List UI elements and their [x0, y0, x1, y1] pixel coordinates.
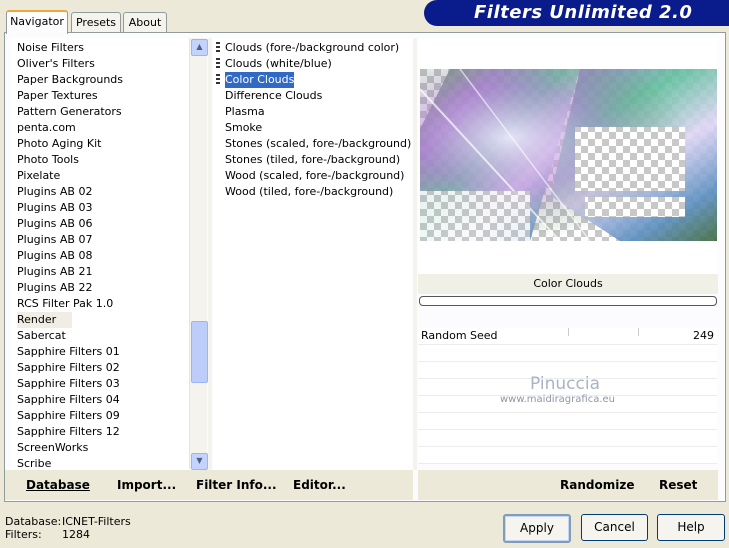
watermark-url: www.maidiragrafica.eu	[500, 394, 615, 405]
slider-tick	[638, 328, 639, 336]
param-row	[418, 447, 717, 464]
cancel-button[interactable]: Cancel	[581, 514, 648, 541]
preset-marker-icon	[216, 58, 220, 70]
apply-button[interactable]: Apply	[503, 514, 571, 543]
param-row	[418, 345, 717, 362]
category-item[interactable]: Photo Tools	[17, 152, 79, 168]
category-item[interactable]: Render	[17, 312, 73, 328]
category-item[interactable]: Plugins AB 22	[17, 280, 92, 296]
category-item[interactable]: Paper Backgrounds	[17, 72, 123, 88]
category-item[interactable]: Sabercat	[17, 328, 66, 344]
param-value: 249	[693, 329, 714, 342]
filter-item[interactable]: Clouds (fore-/background color)	[225, 40, 399, 56]
category-item[interactable]: RCS Filter Pak 1.0	[17, 296, 113, 312]
tab-about[interactable]: About	[123, 12, 167, 32]
category-item[interactable]: Photo Aging Kit	[17, 136, 101, 152]
filter-item[interactable]: Wood (tiled, fore-/background)	[225, 184, 393, 200]
category-item[interactable]: Sapphire Filters 04	[17, 392, 120, 408]
progress-bar	[419, 296, 717, 306]
category-item[interactable]: ScreenWorks	[17, 440, 88, 456]
status-filters-value: 1284	[62, 528, 90, 541]
category-item[interactable]: Oliver's Filters	[17, 56, 95, 72]
list-divider	[413, 38, 417, 470]
category-item[interactable]: Pixelate	[17, 168, 60, 184]
preview-filter-name: Color Clouds	[418, 274, 718, 294]
filter-item[interactable]: Stones (scaled, fore-/background)	[225, 136, 411, 152]
category-item[interactable]: Paper Textures	[17, 88, 98, 104]
category-item[interactable]: Pattern Generators	[17, 104, 122, 120]
filter-item[interactable]: Stones (tiled, fore-/background)	[225, 152, 400, 168]
category-item[interactable]: Plugins AB 02	[17, 184, 92, 200]
category-item[interactable]: penta.com	[17, 120, 76, 136]
filter-item[interactable]: Smoke	[225, 120, 262, 136]
category-item[interactable]: Plugins AB 06	[17, 216, 92, 232]
category-item[interactable]: Sapphire Filters 03	[17, 376, 120, 392]
preset-marker-icon	[216, 42, 220, 54]
category-item[interactable]: Scribe	[17, 456, 51, 470]
category-item[interactable]: Noise Filters	[17, 40, 84, 56]
watermark-name: Pinuccia	[530, 374, 600, 394]
category-item[interactable]: Plugins AB 21	[17, 264, 92, 280]
category-item[interactable]: Sapphire Filters 09	[17, 408, 120, 424]
preview-image	[420, 69, 717, 241]
category-item[interactable]: Sapphire Filters 01	[17, 344, 120, 360]
filter-list[interactable]: Clouds (fore-/background color) Clouds (w…	[213, 38, 413, 470]
category-item[interactable]: Sapphire Filters 12	[17, 424, 120, 440]
filter-item[interactable]: Difference Clouds	[225, 88, 322, 104]
filter-info-button[interactable]: Filter Info...	[196, 478, 277, 492]
category-scrollbar[interactable]: ▲ ▼	[189, 38, 208, 470]
status-database-label: Database:	[5, 515, 62, 528]
param-label: Random Seed	[421, 329, 498, 342]
category-item[interactable]: Plugins AB 03	[17, 200, 92, 216]
list-divider	[208, 38, 212, 470]
param-row	[418, 430, 717, 447]
param-row	[418, 413, 717, 430]
randomize-button[interactable]: Randomize	[560, 478, 634, 492]
category-list[interactable]: Noise Filters Oliver's Filters Paper Backg…	[11, 38, 189, 470]
tab-presets[interactable]: Presets	[71, 12, 121, 32]
param-row-random-seed[interactable]: Random Seed 249	[418, 328, 717, 345]
slider-tick	[568, 328, 569, 336]
reset-button[interactable]: Reset	[659, 478, 697, 492]
category-item[interactable]: Sapphire Filters 02	[17, 360, 120, 376]
import-button[interactable]: Import...	[117, 478, 176, 492]
scroll-down-icon[interactable]: ▼	[191, 453, 208, 470]
filter-item[interactable]: Wood (scaled, fore-/background)	[225, 168, 404, 184]
status-database-value: ICNET-Filters	[62, 515, 131, 528]
status-filters-label: Filters:	[5, 528, 42, 541]
tab-navigator[interactable]: Navigator	[6, 10, 68, 34]
database-button[interactable]: Database	[26, 478, 90, 492]
scrollbar-thumb[interactable]	[191, 321, 208, 383]
filter-item[interactable]: Plasma	[225, 104, 265, 120]
banner-title: Filters Unlimited 2.0	[474, 2, 693, 23]
preset-marker-icon	[216, 74, 220, 86]
editor-button[interactable]: Editor...	[293, 478, 346, 492]
filter-item[interactable]: Clouds (white/blue)	[225, 56, 332, 72]
scroll-up-icon[interactable]: ▲	[191, 39, 208, 56]
category-item[interactable]: Plugins AB 07	[17, 232, 92, 248]
filter-item[interactable]: Color Clouds	[225, 72, 295, 88]
category-item[interactable]: Plugins AB 08	[17, 248, 92, 264]
help-button[interactable]: Help	[657, 514, 725, 541]
